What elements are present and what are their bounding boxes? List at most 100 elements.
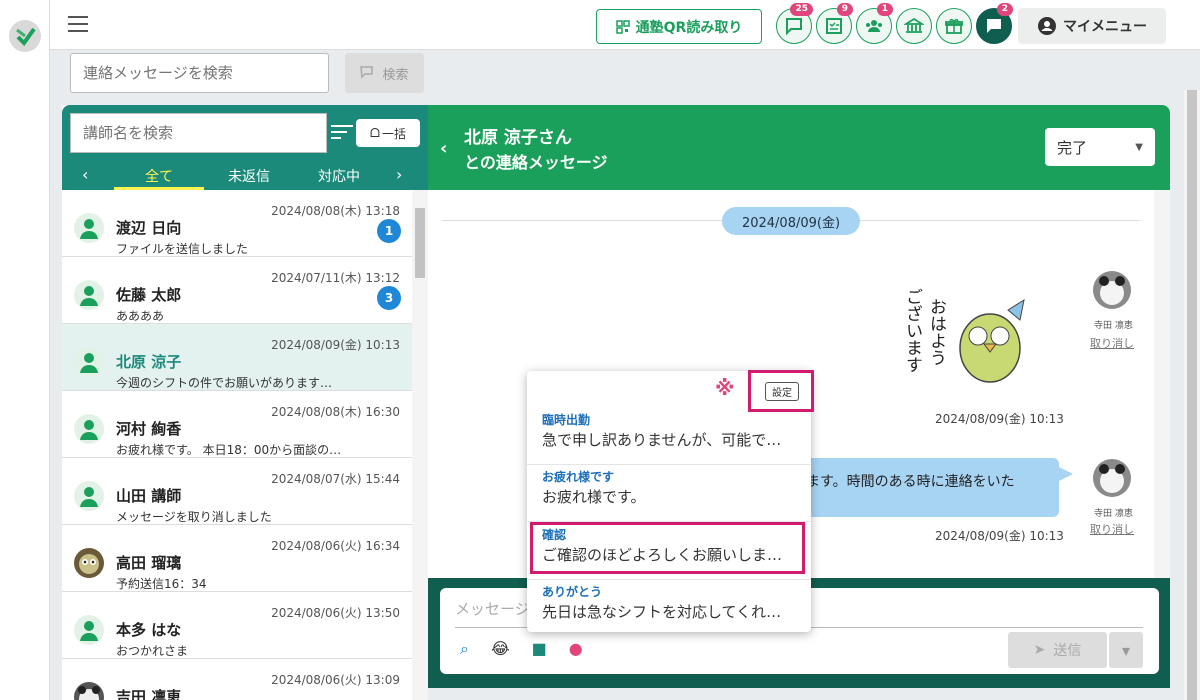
send-options-dropdown-icon[interactable]: ▾	[1109, 632, 1143, 668]
conversation-preview: お疲れ様です。 本日18：00から面談の…	[116, 443, 342, 457]
template-item[interactable]: お疲れ様です お疲れ様です。	[527, 466, 811, 522]
conversation-preview: ああああ	[116, 309, 165, 323]
message-time: 2024/08/09(金) 10:13	[935, 412, 1064, 426]
template-icon[interactable]: ■	[532, 639, 547, 659]
conversation-item[interactable]: 山田 講師 2024/08/07(水) 15:44 メッセージを取り消しました	[62, 458, 412, 525]
highlight-box-settings	[748, 370, 814, 412]
conversation-item[interactable]: 本多 はな 2024/08/06(火) 13:50 おつかれさま	[62, 592, 412, 659]
school-button[interactable]	[896, 8, 932, 44]
conversation-date: 2024/08/07(水) 15:44	[271, 472, 400, 486]
attachment-icon[interactable]: ⌕	[460, 639, 469, 659]
send-button[interactable]: ➤ 送信	[1008, 632, 1107, 668]
schedule-icon[interactable]: ●	[569, 639, 583, 659]
status-select[interactable]: 完了 ▼	[1045, 128, 1155, 166]
chat-icon	[786, 18, 802, 36]
sender-avatar-icon	[1093, 459, 1131, 497]
school-icon	[904, 17, 924, 33]
message-time: 2024/08/09(金) 10:13	[935, 529, 1064, 543]
unread-badge: 1	[377, 219, 401, 243]
tab-all[interactable]: 全て	[114, 166, 204, 190]
conversation-item[interactable]: 高田 瑠璃 2024/08/06(火) 16:34 予約送信16：34	[62, 525, 412, 592]
conversation-name: 山田 講師	[116, 487, 182, 505]
my-menu-button[interactable]: マイメニュー	[1018, 8, 1166, 44]
sender-name: 寺田 凛恵	[1094, 509, 1133, 519]
group-notification-button[interactable]: 1	[856, 3, 893, 44]
scrollbar-thumb[interactable]	[415, 208, 425, 278]
conversation-date: 2024/08/06(火) 16:34	[271, 539, 400, 553]
search-button[interactable]: 検索	[345, 53, 424, 93]
emoji-icon[interactable]: 😂	[491, 639, 510, 659]
sticker-text-col2: ございます	[902, 288, 922, 373]
default-avatar-icon	[74, 414, 104, 444]
annotation-mark: ※	[715, 376, 735, 400]
conversation-item[interactable]: 渡辺 日向 2024/08/08(木) 13:18 ファイルを送信しました 1	[62, 190, 412, 257]
tab-unreplied[interactable]: 未返信	[204, 166, 294, 186]
conversation-preview: おつかれさま	[116, 644, 189, 658]
sender-avatar-icon	[1093, 271, 1131, 309]
tabs-prev-arrow-icon[interactable]: ‹	[82, 165, 88, 184]
teacher-search-input[interactable]	[70, 113, 327, 153]
gift-button[interactable]	[936, 8, 972, 44]
conversation-name: 北原 涼子	[116, 353, 182, 371]
highlight-box-confirm	[530, 522, 805, 574]
conversation-name: 渡辺 日向	[116, 219, 182, 237]
left-rail	[0, 0, 50, 700]
status-value: 完了	[1057, 138, 1088, 157]
conversation-preview: ファイルを送信しました	[116, 242, 249, 256]
message-bubble: ます。時間のある時に連絡をいた	[788, 458, 1073, 517]
sort-icon[interactable]	[331, 125, 353, 141]
checklist-badge: 9	[836, 3, 853, 16]
qr-scan-button[interactable]: 通塾QR読み取り	[596, 9, 762, 44]
tab-in-progress[interactable]: 対応中	[294, 166, 384, 186]
message-button[interactable]: 2	[976, 3, 1013, 44]
owl-avatar-icon	[74, 548, 104, 578]
conversation-date: 2024/08/09(金) 10:13	[271, 338, 400, 352]
tabs-next-arrow-icon[interactable]: ›	[396, 165, 402, 184]
unread-badge: 3	[377, 286, 401, 310]
chat-scrollbar[interactable]	[1154, 190, 1170, 578]
cancel-message-link[interactable]: 取り消し	[1090, 521, 1134, 537]
template-text: 急で申し訳ありませんが、可能で…	[542, 431, 782, 449]
app-logo-icon[interactable]	[9, 20, 41, 52]
back-arrow-icon[interactable]: ‹	[440, 138, 447, 159]
my-menu-label: マイメニュー	[1063, 19, 1147, 35]
conversation-preview: メッセージを取り消しました	[116, 510, 272, 524]
template-item[interactable]: 臨時出勤 急で申し訳ありませんが、可能で…	[527, 409, 811, 465]
conversation-name: 高田 瑠璃	[116, 554, 182, 572]
gift-icon	[945, 18, 963, 34]
sticker-text-col1: おはよう	[926, 298, 946, 366]
template-item[interactable]: ありがとう 先日は急なシフトを対応してくれ…	[527, 581, 811, 637]
cancel-message-link[interactable]: 取り消し	[1090, 335, 1134, 351]
conversation-item[interactable]: 吉田 凛恵 2024/08/06(火) 13:09	[62, 659, 412, 700]
date-divider: 2024/08/09(金)	[722, 207, 860, 235]
default-avatar-icon	[74, 615, 104, 645]
conversation-item[interactable]: 河村 絢香 2024/08/08(木) 16:30 お疲れ様です。 本日18：0…	[62, 391, 412, 458]
conversation-item[interactable]: 佐藤 太郎 2024/07/11(木) 13:12 ああああ 3	[62, 257, 412, 324]
conversation-name: 吉田 凛恵	[116, 688, 182, 700]
conversation-list-scrollbar[interactable]	[412, 190, 428, 700]
bulk-action-button[interactable]: ᗝ 一括	[356, 119, 420, 147]
compose-toolbar: ⌕ 😂 ■ ●	[460, 639, 583, 659]
message-text: ます。時間のある時に連絡をいた	[806, 474, 1015, 490]
chat-title-suffix: との連絡メッセージ	[464, 153, 608, 172]
search-icon	[360, 66, 374, 79]
conversation-date: 2024/08/06(火) 13:09	[271, 673, 400, 687]
sticker-image: おはよう ございます	[898, 280, 1030, 400]
page-scrollbar[interactable]	[1184, 90, 1200, 700]
group-icon	[866, 20, 882, 32]
bulk-chat-icon: ᗝ	[370, 125, 380, 140]
send-label: 送信	[1053, 643, 1082, 659]
default-avatar-icon	[74, 347, 104, 377]
hamburger-menu-icon[interactable]	[68, 16, 88, 32]
checklist-notification-button[interactable]: 9	[816, 3, 853, 44]
message-search-input[interactable]	[70, 53, 329, 93]
conversation-name: 本多 はな	[116, 621, 182, 639]
conversation-item-selected[interactable]: 北原 涼子 2024/08/09(金) 10:13 今週のシフトの件でお願いがあ…	[62, 324, 412, 391]
message-badge: 2	[996, 3, 1013, 16]
chat-notification-button[interactable]: 25	[776, 3, 813, 44]
template-title: 臨時出勤	[542, 413, 591, 427]
conversation-date: 2024/07/11(木) 13:12	[271, 271, 400, 285]
conversation-list: 渡辺 日向 2024/08/08(木) 13:18 ファイルを送信しました 1 …	[62, 190, 412, 700]
page-scrollbar-thumb[interactable]	[1187, 90, 1197, 700]
message-icon	[987, 19, 1001, 33]
